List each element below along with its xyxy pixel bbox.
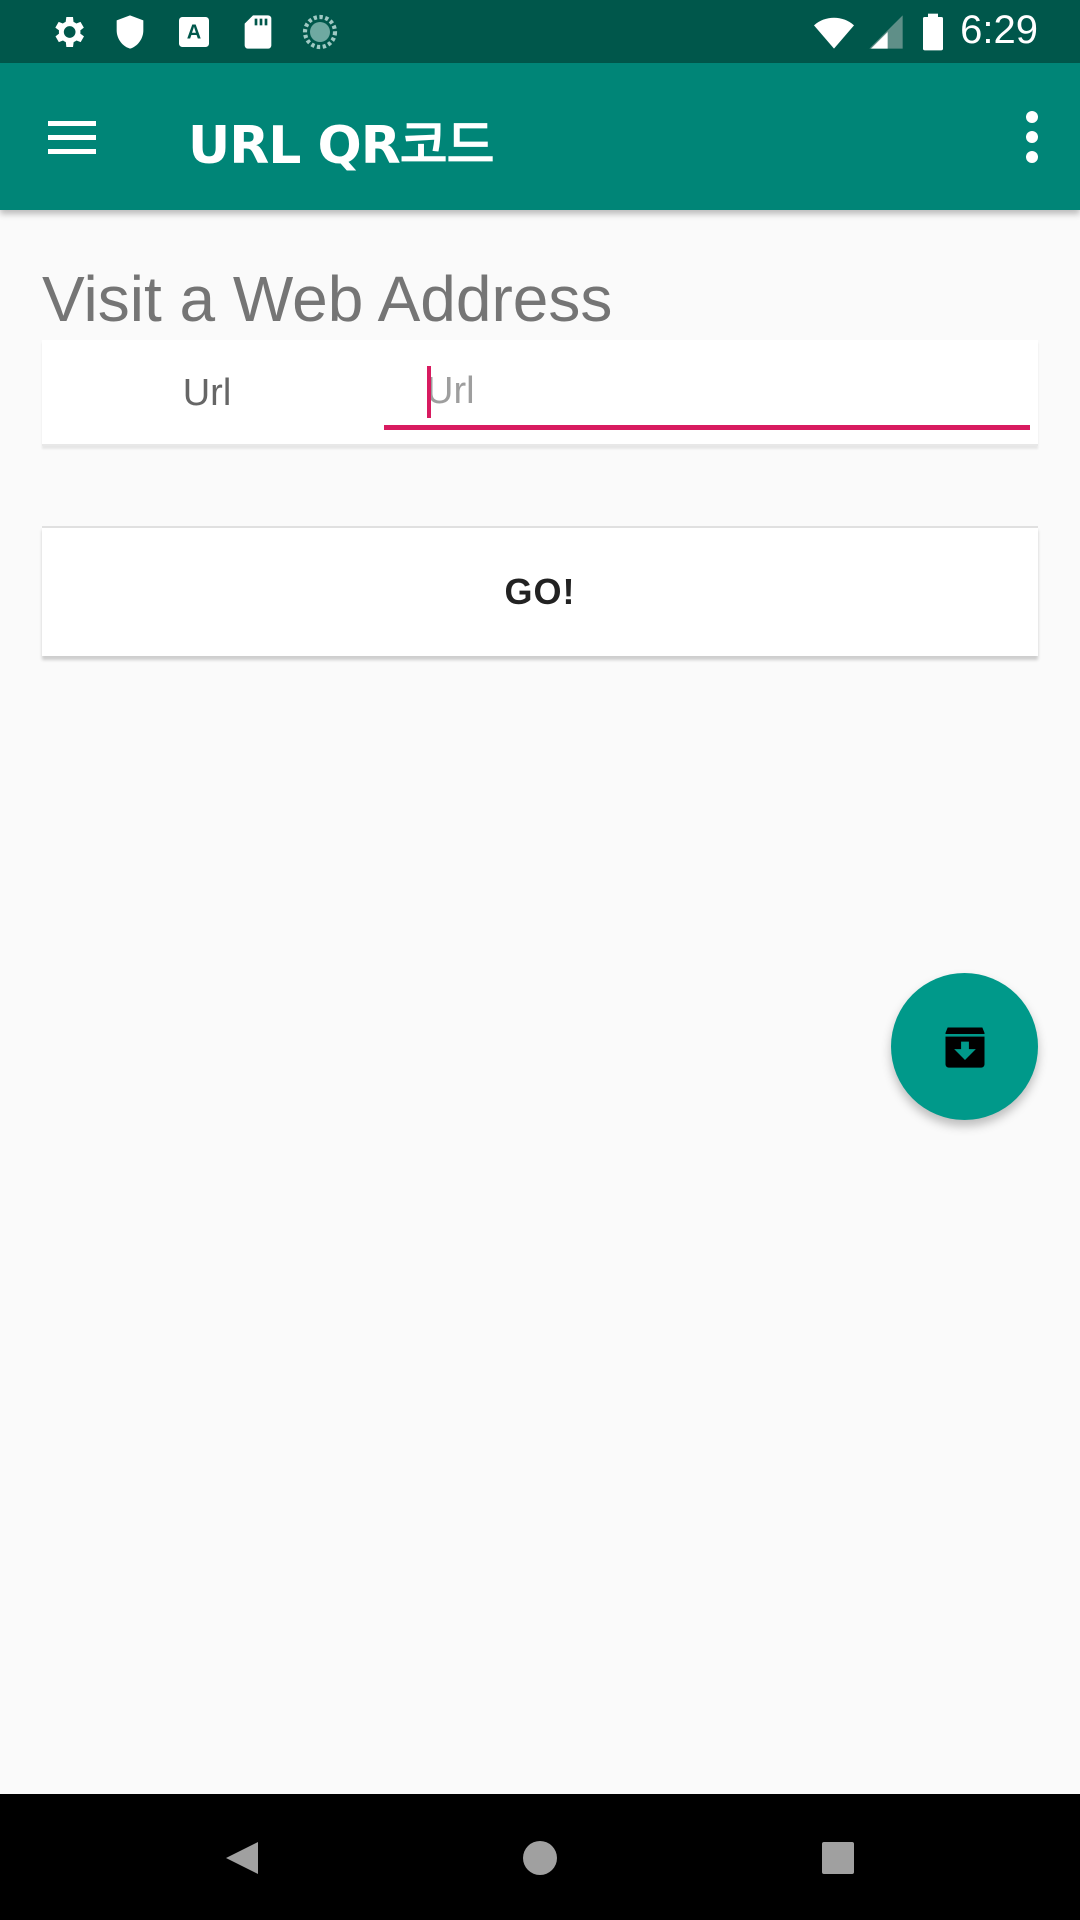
app-title: URL QR코드 [188, 116, 494, 176]
url-input-underline [384, 354, 1030, 430]
wifi-icon [814, 17, 854, 49]
recents-icon[interactable] [810, 1830, 866, 1886]
archive-fab[interactable] [891, 973, 1038, 1120]
sd-card-icon [244, 15, 272, 49]
status-time: 6:29 [960, 8, 1038, 52]
sync-icon [302, 14, 338, 50]
settings-icon [55, 17, 84, 47]
a-keyboard-icon: A [179, 17, 209, 47]
shield-icon [116, 15, 144, 49]
go-button[interactable]: GO! [42, 526, 1038, 656]
url-label: Url [182, 372, 232, 414]
back-icon[interactable] [214, 1830, 270, 1886]
battery-icon [923, 13, 943, 51]
archive-download-icon [945, 1027, 985, 1068]
more-vert-icon[interactable] [1002, 103, 1062, 171]
page-heading: Visit a Web Address [42, 263, 613, 335]
home-icon[interactable] [512, 1830, 568, 1886]
app-bar: URL QR코드 [0, 63, 1080, 210]
url-input[interactable] [426, 366, 1016, 416]
screen: A 6:29 URL QR코드 Visit a Web Address Url … [0, 0, 1080, 1920]
menu-icon[interactable] [36, 107, 108, 167]
text-cursor [427, 366, 431, 418]
signal-icon [869, 15, 903, 49]
svg-text:A: A [187, 22, 201, 44]
navigation-bar [0, 1794, 1080, 1920]
url-row: Url [42, 340, 1038, 446]
status-bar: A 6:29 [0, 0, 1080, 63]
